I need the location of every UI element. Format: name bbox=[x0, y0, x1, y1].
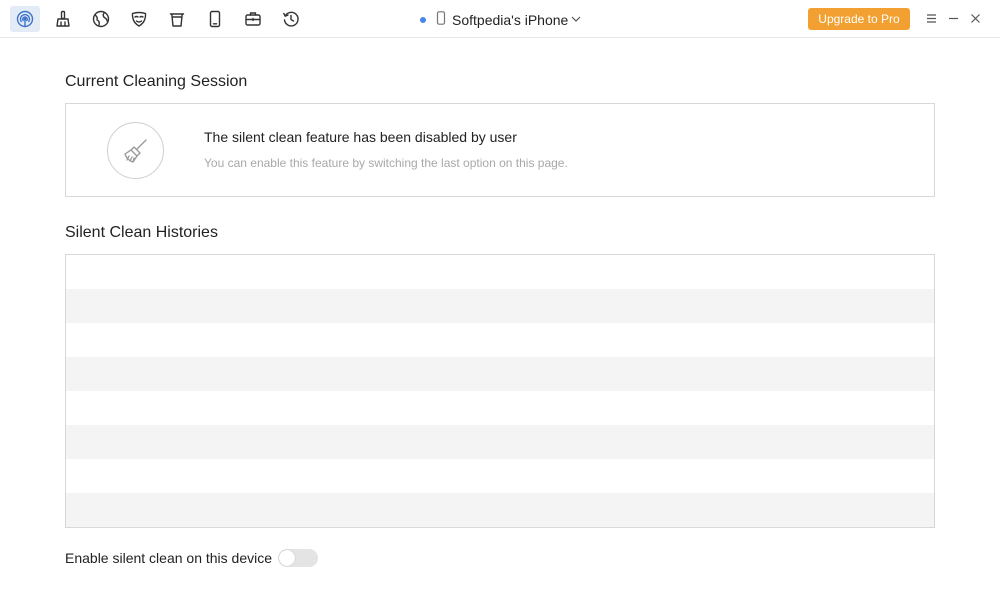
list-item bbox=[66, 357, 934, 391]
upgrade-to-pro-button[interactable]: Upgrade to Pro bbox=[808, 8, 910, 30]
list-item bbox=[66, 425, 934, 459]
toolbox-icon bbox=[245, 12, 261, 26]
list-item bbox=[66, 493, 934, 527]
hamburger-menu-icon bbox=[926, 13, 936, 23]
menu-button[interactable] bbox=[923, 9, 939, 27]
connection-status-dot bbox=[420, 17, 426, 23]
histories-title: Silent Clean Histories bbox=[65, 224, 218, 241]
history-tool-button[interactable] bbox=[276, 6, 306, 32]
privacy-tool-button[interactable] bbox=[124, 6, 154, 32]
device-name: Softpedia's iPhone bbox=[452, 12, 569, 28]
privacy-mask-icon bbox=[131, 11, 147, 27]
broom-icon bbox=[107, 122, 164, 179]
enable-silent-clean-label: Enable silent clean on this device bbox=[65, 550, 273, 566]
cleaner-tool-button[interactable] bbox=[48, 6, 78, 32]
airdrop-signal-icon bbox=[16, 10, 34, 28]
current-session-title: Current Cleaning Session bbox=[65, 73, 248, 90]
trash-bin-icon bbox=[169, 13, 185, 27]
toggle-knob bbox=[279, 550, 295, 566]
silent-clean-tool-button[interactable] bbox=[10, 6, 40, 32]
close-icon bbox=[970, 13, 980, 23]
phone-device-icon bbox=[209, 10, 221, 28]
list-item bbox=[66, 391, 934, 425]
enable-silent-clean-toggle[interactable] bbox=[278, 549, 318, 567]
session-status-message: The silent clean feature has been disabl… bbox=[204, 129, 517, 145]
close-button[interactable] bbox=[967, 9, 983, 27]
histories-list[interactable] bbox=[65, 254, 935, 528]
minimize-icon bbox=[948, 17, 958, 19]
list-item bbox=[66, 459, 934, 493]
globe-icon bbox=[92, 10, 110, 28]
cleaner-brush-icon bbox=[56, 10, 70, 27]
top-toolbar: Softpedia's iPhone Upgrade to Pro bbox=[0, 0, 1000, 38]
list-item bbox=[66, 289, 934, 323]
minimize-button[interactable] bbox=[945, 9, 961, 27]
junk-tool-button[interactable] bbox=[162, 6, 192, 32]
list-item bbox=[66, 323, 934, 357]
session-hint-text: You can enable this feature by switching… bbox=[204, 156, 568, 170]
iphone-icon bbox=[436, 10, 446, 30]
current-session-panel: The silent clean feature has been disabl… bbox=[65, 103, 935, 197]
device-tool-button[interactable] bbox=[200, 6, 230, 32]
internet-tool-button[interactable] bbox=[86, 6, 116, 32]
device-selector[interactable]: Softpedia's iPhone bbox=[420, 10, 582, 30]
chevron-down-icon bbox=[568, 11, 582, 29]
history-clock-icon bbox=[283, 11, 299, 27]
toolbox-tool-button[interactable] bbox=[238, 6, 268, 32]
list-item bbox=[66, 255, 934, 289]
